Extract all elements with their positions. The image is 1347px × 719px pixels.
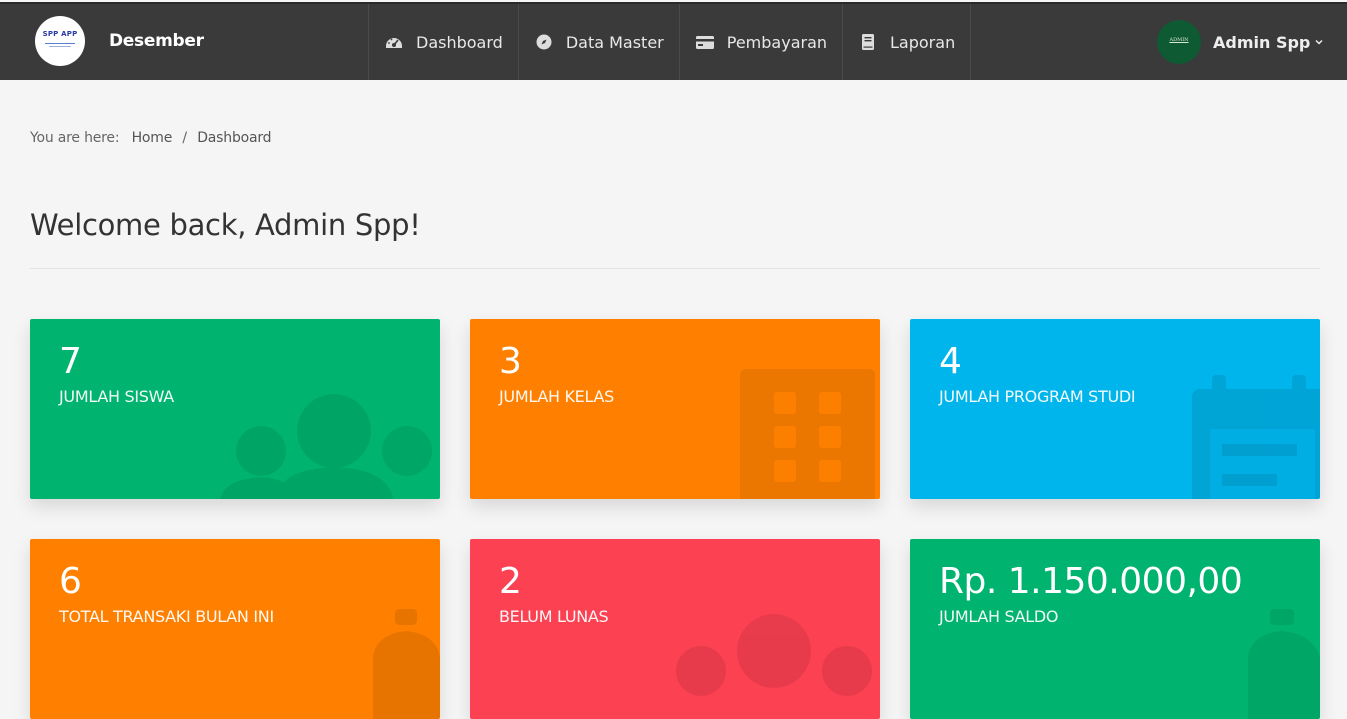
stat-card-jumlah-saldo[interactable]: Rp. 1.150.000,00 JUMLAH SALDO <box>910 539 1320 719</box>
stat-card-belum-lunas[interactable]: 2 BELUM LUNAS <box>470 539 880 719</box>
stat-label: JUMLAH SALDO <box>939 607 1059 626</box>
breadcrumb-current: Dashboard <box>197 130 272 146</box>
nav-label: Laporan <box>890 32 956 52</box>
user-menu[interactable]: ADMIN Admin Spp <box>1157 20 1324 64</box>
compass-icon <box>536 34 552 50</box>
money-bag-icon <box>373 609 440 719</box>
main-nav: Dashboard Data Master Pembayaran Laporan <box>368 4 972 80</box>
logo-text: SPP APP <box>42 30 78 38</box>
stat-label: JUMLAH KELAS <box>499 387 614 406</box>
nav-label: Pembayaran <box>726 32 828 52</box>
credit-card-icon <box>695 36 714 49</box>
stat-card-total-transaksi[interactable]: 6 TOTAL TRANSAKI BULAN INI <box>30 539 440 719</box>
avatar: ADMIN <box>1157 20 1201 64</box>
building-icon <box>740 369 875 499</box>
users-icon <box>220 394 432 499</box>
chevron-down-icon <box>1315 39 1323 45</box>
page-title: Welcome back, Admin Spp! <box>30 208 421 242</box>
calendar-icon <box>1192 375 1320 499</box>
stat-label: JUMLAH SISWA <box>59 387 174 406</box>
book-icon <box>862 34 875 50</box>
app-logo[interactable]: SPP APP <box>35 16 85 66</box>
user-name: Admin Spp <box>1213 32 1311 52</box>
stat-label: TOTAL TRANSAKI BULAN INI <box>59 607 274 626</box>
stat-card-jumlah-siswa[interactable]: 7 JUMLAH SISWA <box>30 319 440 499</box>
stat-value: 6 <box>59 561 82 602</box>
nav-item-data-master[interactable]: Data Master <box>519 4 680 80</box>
avatar-text: ADMIN <box>1169 37 1189 43</box>
stat-value: 7 <box>59 341 82 382</box>
nav-item-pembayaran[interactable]: Pembayaran <box>680 4 844 80</box>
stat-value: Rp. 1.150.000,00 <box>939 561 1243 602</box>
top-navbar: SPP APP Desember Dashboard Data Master P… <box>0 2 1347 80</box>
stat-label: BELUM LUNAS <box>499 607 609 626</box>
stat-value: 3 <box>499 341 522 382</box>
brand-title[interactable]: Desember <box>109 31 204 51</box>
stat-card-jumlah-program-studi[interactable]: 4 JUMLAH PROGRAM STUDI <box>910 319 1320 499</box>
stat-value: 2 <box>499 561 522 602</box>
users-icon <box>676 614 872 696</box>
nav-label: Dashboard <box>416 32 503 52</box>
breadcrumb-prefix: You are here: <box>30 130 120 146</box>
nav-label: Data Master <box>565 32 664 52</box>
nav-item-dashboard[interactable]: Dashboard <box>369 4 519 80</box>
nav-item-laporan[interactable]: Laporan <box>843 4 972 80</box>
logo-line <box>49 46 71 47</box>
breadcrumb-home[interactable]: Home <box>132 130 173 146</box>
breadcrumb-separator: / <box>182 130 187 146</box>
stat-label: JUMLAH PROGRAM STUDI <box>939 387 1136 406</box>
dashboard-gauge-icon <box>386 38 402 48</box>
stat-value: 4 <box>939 341 962 382</box>
stat-card-jumlah-kelas[interactable]: 3 JUMLAH KELAS <box>470 319 880 499</box>
logo-line <box>45 43 75 44</box>
divider <box>30 268 1320 269</box>
breadcrumb: You are here: Home / Dashboard <box>30 130 272 146</box>
